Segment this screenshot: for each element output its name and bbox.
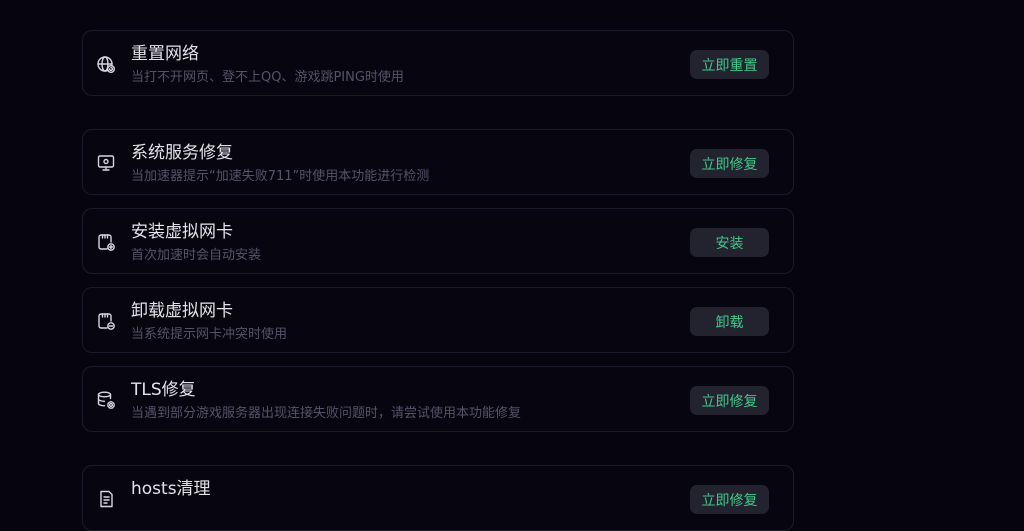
repair-now-button[interactable]: 立即修复: [690, 386, 769, 415]
tool-description: 当系统提示网卡冲突时使用: [131, 327, 288, 342]
tool-title: 卸载虚拟网卡: [131, 301, 233, 321]
document-clean-icon: [96, 489, 116, 509]
network-card-install-icon: [96, 232, 116, 252]
globe-reset-icon: [96, 54, 116, 74]
reset-now-button[interactable]: 立即重置: [690, 50, 769, 79]
tool-title: hosts清理: [131, 479, 211, 499]
tool-card-reset-network: 重置网络 当打不开网页、登不上QQ、游戏跳PING时使用 立即重置: [82, 30, 794, 96]
tool-description: 首次加速时会自动安装: [131, 248, 262, 263]
tool-title: 重置网络: [131, 44, 199, 64]
repair-now-button[interactable]: 立即修复: [690, 149, 769, 178]
tool-title: 系统服务修复: [131, 143, 233, 163]
monitor-service-icon: [96, 153, 116, 173]
tool-card-system-service-repair: 系统服务修复 当加速器提示“加速失败711”时使用本功能进行检测 立即修复: [82, 129, 794, 195]
uninstall-button[interactable]: 卸载: [690, 307, 769, 336]
tool-card-tls-repair: TLS修复 当遇到部分游戏服务器出现连接失败问题时，请尝试使用本功能修复 立即修…: [82, 366, 794, 432]
database-gear-icon: [96, 390, 116, 410]
tool-title: TLS修复: [131, 380, 196, 400]
tool-description: 当加速器提示“加速失败711”时使用本功能进行检测: [131, 169, 430, 184]
tool-description: 当遇到部分游戏服务器出现连接失败问题时，请尝试使用本功能修复: [131, 406, 522, 421]
install-button[interactable]: 安装: [690, 228, 769, 257]
tool-card-install-virtual-nic: 安装虚拟网卡 首次加速时会自动安装 安装: [82, 208, 794, 274]
tool-title: 安装虚拟网卡: [131, 222, 233, 242]
repair-now-button[interactable]: 立即修复: [690, 485, 769, 514]
network-card-uninstall-icon: [96, 311, 116, 331]
tool-description: 当打不开网页、登不上QQ、游戏跳PING时使用: [131, 70, 404, 85]
tool-card-uninstall-virtual-nic: 卸载虚拟网卡 当系统提示网卡冲突时使用 卸载: [82, 287, 794, 353]
tool-card-hosts-clean: hosts清理 立即修复: [82, 465, 794, 531]
